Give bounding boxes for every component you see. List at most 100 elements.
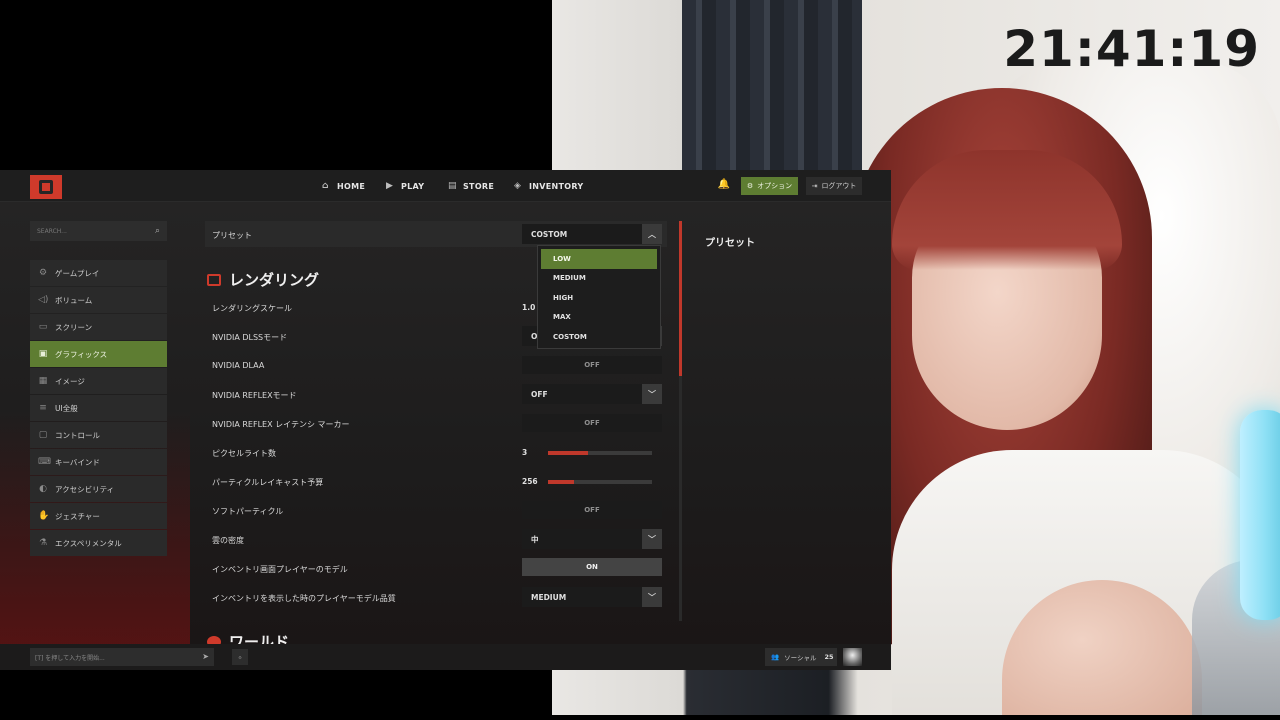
- search-placeholder: SEARCH...: [37, 227, 67, 235]
- pixel-lights-slider[interactable]: [548, 451, 652, 455]
- inventory-icon: ◈: [514, 180, 522, 191]
- section-rendering-heading: レンダリング: [207, 269, 319, 290]
- reflex-label: NVIDIA REFLEXモード: [212, 391, 297, 400]
- options-button[interactable]: ⚙ オプション: [741, 177, 798, 195]
- preset-dropdown[interactable]: COSTOM ︿: [522, 224, 662, 244]
- chevron-down-icon[interactable]: ﹀: [642, 587, 662, 607]
- gear-icon: ⚙: [746, 182, 754, 190]
- dlaa-toggle[interactable]: OFF: [522, 356, 662, 374]
- info-panel-title: プリセット: [705, 238, 755, 249]
- cloud-density-dropdown[interactable]: 中 ﹀: [522, 529, 662, 549]
- sidebar-item-image[interactable]: ▦ イメージ: [30, 368, 167, 394]
- search-input[interactable]: SEARCH... ⌕: [30, 221, 167, 241]
- particle-budget-slider[interactable]: [548, 480, 652, 484]
- graphics-icon: ▣: [38, 349, 48, 359]
- particle-budget-slider-fill: [548, 480, 574, 484]
- sidebar-item-label: ボリューム: [55, 295, 93, 305]
- reflex-dropdown[interactable]: OFF ﹀: [522, 384, 662, 404]
- nav-inventory[interactable]: ◈ INVENTORY: [514, 170, 584, 202]
- preset-option-high[interactable]: HIGH: [541, 288, 657, 308]
- sidebar-item-gestures[interactable]: ✋ ジェスチャー: [30, 503, 167, 529]
- game-window: ⌂ HOME ▶ PLAY ▤ STORE ◈ INVENTORY 🔔 ⚙ オプ…: [0, 170, 891, 670]
- top-nav-bar: ⌂ HOME ▶ PLAY ▤ STORE ◈ INVENTORY 🔔 ⚙ オプ…: [0, 170, 891, 202]
- chat-settings-icon[interactable]: ⚙: [232, 649, 248, 665]
- ui-icon: ≡: [39, 403, 47, 413]
- logout-button[interactable]: ⇥ ログアウト: [806, 177, 862, 195]
- reflex-marker-toggle[interactable]: OFF: [522, 414, 662, 432]
- sidebar-item-label: スクリーン: [55, 322, 93, 332]
- preset-option-medium[interactable]: MEDIUM: [541, 269, 657, 289]
- preset-dropdown-list: LOW MEDIUM HIGH MAX COSTOM: [537, 245, 661, 349]
- reflex-marker-label: NVIDIA REFLEX レイテンシ マーカー: [212, 420, 350, 429]
- inventory-quality-dropdown[interactable]: MEDIUM ﹀: [522, 587, 662, 607]
- dlaa-label: NVIDIA DLAA: [212, 361, 265, 370]
- bottom-bar: [T] を押して入力を開始... ➤ ⚙ 👥 ソーシャル 25: [0, 644, 891, 670]
- sidebar-item-label: キーバインド: [55, 457, 100, 467]
- send-icon[interactable]: ➤: [202, 652, 209, 661]
- preset-option-low[interactable]: LOW: [541, 249, 657, 269]
- sidebar-item-label: アクセシビリティ: [55, 484, 115, 494]
- nav-inventory-label: INVENTORY: [529, 181, 584, 191]
- chevron-down-icon[interactable]: ﹀: [642, 384, 662, 404]
- sidebar-item-label: コントロール: [55, 430, 100, 440]
- render-scale-value[interactable]: 1.0: [522, 303, 535, 312]
- sidebar-item-label: ゲームプレイ: [55, 268, 100, 278]
- glowing-lamp: [1240, 410, 1280, 620]
- reflex-marker-value: OFF: [584, 419, 600, 427]
- nav-store-label: STORE: [463, 181, 495, 191]
- scrollbar-thumb[interactable]: [679, 221, 682, 376]
- chat-input[interactable]: [T] を押して入力を開始... ➤: [30, 648, 214, 666]
- mouse-icon: ▢: [38, 430, 48, 440]
- closet-background: [682, 0, 862, 175]
- nav-play[interactable]: ▶ PLAY: [386, 170, 424, 202]
- sidebar-item-label: ジェスチャー: [55, 511, 100, 521]
- friends-icon: 👥: [771, 653, 780, 661]
- sidebar-item-ui[interactable]: ≡ UI全般: [30, 395, 167, 421]
- particle-budget-value: 256: [522, 477, 538, 486]
- nav-store[interactable]: ▤ STORE: [448, 170, 494, 202]
- play-icon: ▶: [386, 180, 394, 191]
- sidebar-item-accessibility[interactable]: ◐ アクセシビリティ: [30, 476, 167, 502]
- soft-particles-toggle[interactable]: OFF: [522, 501, 662, 519]
- chevron-down-icon[interactable]: ﹀: [642, 529, 662, 549]
- avatar[interactable]: [843, 648, 862, 666]
- preset-label: プリセット: [212, 231, 252, 240]
- preset-value: COSTOM: [531, 229, 568, 239]
- sidebar-item-screen[interactable]: ▭ スクリーン: [30, 314, 167, 340]
- section-rendering-title: レンダリング: [229, 271, 320, 289]
- social-label: ソーシャル: [784, 654, 817, 662]
- inventory-quality-label: インベントリを表示した時のプレイヤーモデル品質: [212, 594, 396, 603]
- speaker-icon: ◁): [38, 295, 49, 305]
- logout-icon: ⇥: [811, 182, 818, 190]
- reflex-value: OFF: [531, 389, 548, 399]
- inventory-model-toggle[interactable]: ON: [522, 558, 662, 576]
- preset-row: プリセット COSTOM ︿: [205, 221, 667, 247]
- preset-option-costom[interactable]: COSTOM: [541, 327, 657, 347]
- dlss-label: NVIDIA DLSSモード: [212, 333, 288, 342]
- sidebar-item-graphics[interactable]: ▣ グラフィックス: [30, 341, 167, 367]
- inventory-model-value: ON: [586, 563, 598, 571]
- sidebar-item-experimental[interactable]: ⚗ エクスペリメンタル: [30, 530, 167, 556]
- preset-option-max[interactable]: MAX: [541, 308, 657, 328]
- sidebar-item-label: UI全般: [55, 403, 78, 413]
- notification-bell-icon[interactable]: 🔔: [716, 179, 732, 193]
- sidebar-item-label: イメージ: [55, 376, 85, 386]
- social-button[interactable]: 👥 ソーシャル 25: [765, 648, 837, 666]
- sidebar-item-label: エクスペリメンタル: [55, 538, 122, 548]
- options-label: オプション: [757, 182, 793, 190]
- sidebar-item-controls[interactable]: ▢ コントロール: [30, 422, 167, 448]
- sidebar-item-gameplay[interactable]: ⚙ ゲームプレイ: [30, 260, 167, 286]
- pixel-lights-label: ピクセルライト数: [212, 449, 276, 458]
- pixel-lights-slider-fill: [548, 451, 588, 455]
- sidebar-item-volume[interactable]: ◁) ボリューム: [30, 287, 167, 313]
- search-icon: ⌕: [154, 226, 160, 236]
- nav-home-label: HOME: [337, 181, 366, 191]
- sidebar-item-keybinds[interactable]: ⌨ キーバインド: [30, 449, 167, 475]
- accessibility-icon: ◐: [39, 484, 47, 494]
- nav-home[interactable]: ⌂ HOME: [322, 170, 365, 202]
- chevron-up-icon[interactable]: ︿: [642, 224, 662, 244]
- inventory-model-label: インベントリ画面プレイヤーのモデル: [212, 565, 348, 574]
- game-logo[interactable]: [30, 175, 62, 199]
- sidebar-item-label: グラフィックス: [55, 349, 108, 359]
- chat-placeholder: [T] を押して入力を開始...: [35, 654, 105, 662]
